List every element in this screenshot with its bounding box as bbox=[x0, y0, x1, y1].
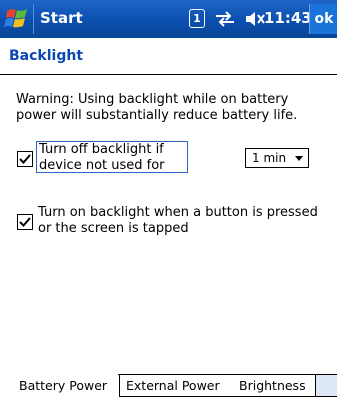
speaker-muted-icon[interactable] bbox=[244, 9, 266, 29]
notification-indicator[interactable]: 1 bbox=[189, 9, 205, 28]
tab-bar-filler bbox=[316, 375, 337, 397]
header-divider bbox=[0, 74, 337, 75]
backlight-off-label[interactable]: Turn off backlight if device not used fo… bbox=[36, 141, 188, 173]
backlight-off-label-line2: device not used for bbox=[39, 158, 165, 173]
backlight-off-checkbox[interactable] bbox=[17, 151, 33, 167]
clock[interactable]: 11:43 bbox=[264, 9, 312, 27]
ok-button[interactable]: ok bbox=[309, 4, 337, 34]
backlight-off-label-line1: Turn off backlight if bbox=[39, 142, 164, 157]
timeout-value: 1 min bbox=[252, 151, 287, 165]
backlight-on-checkbox[interactable] bbox=[17, 214, 33, 230]
tab-brightness[interactable]: Brightness bbox=[234, 375, 316, 397]
page-title: Backlight bbox=[9, 48, 84, 64]
connectivity-icon[interactable] bbox=[212, 8, 238, 30]
checkmark-icon bbox=[19, 217, 31, 227]
checkmark-icon bbox=[19, 154, 31, 164]
chevron-down-icon bbox=[295, 156, 303, 161]
app-title[interactable]: Start bbox=[40, 9, 83, 27]
title-divider bbox=[33, 4, 34, 34]
backlight-on-label[interactable]: Turn on backlight when a button is press… bbox=[38, 205, 328, 237]
warning-text: Warning: Using backlight while on batter… bbox=[16, 92, 298, 123]
title-bar: Start 1 11:43 ok bbox=[0, 0, 337, 38]
windows-flag-icon[interactable] bbox=[3, 5, 33, 33]
tab-external-power[interactable]: External Power bbox=[119, 375, 235, 397]
tab-battery-power[interactable]: Battery Power bbox=[0, 375, 119, 397]
timeout-dropdown[interactable]: 1 min bbox=[245, 148, 309, 168]
